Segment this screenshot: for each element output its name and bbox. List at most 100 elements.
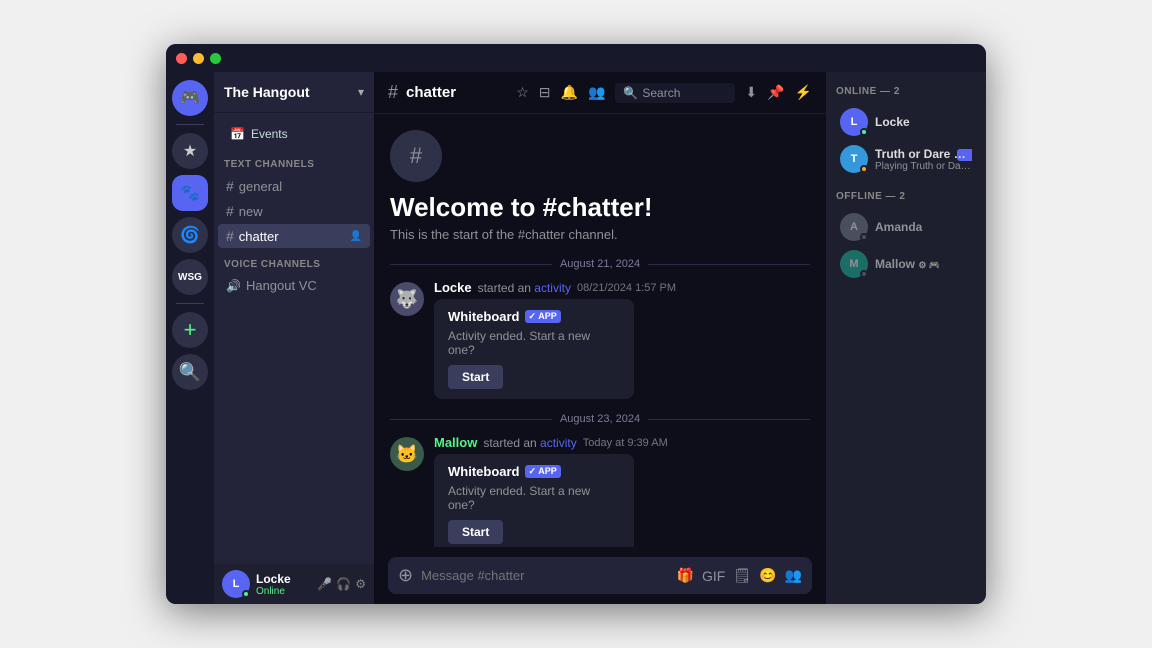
- message-avatar: 🐱: [390, 437, 424, 471]
- welcome-subtitle: This is the start of the #chatter channe…: [390, 227, 810, 242]
- header-hash-icon: #: [388, 82, 398, 103]
- search-icon: 🔍: [623, 86, 638, 100]
- hash-icon: #: [226, 203, 234, 219]
- member-sub: Playing Truth or Dare • /help: [875, 161, 972, 172]
- divider-line: [648, 264, 810, 265]
- add-server-button[interactable]: +: [172, 312, 208, 348]
- channel-name: general: [239, 179, 282, 194]
- offline-section-label: OFFLINE — 2: [826, 187, 986, 208]
- sidebar-section: 📅 Events TEXT CHANNELS # general # new #…: [214, 113, 374, 564]
- message-content: Locke started an activity 08/21/2024 1:5…: [434, 280, 810, 399]
- message-username: Mallow: [434, 435, 477, 450]
- traffic-lights: [176, 53, 221, 64]
- divider-line: [390, 419, 552, 420]
- close-button[interactable]: [176, 53, 187, 64]
- input-icons: 🎁 GIF 🗒 😊 👥: [677, 567, 802, 584]
- guild-paw-icon[interactable]: 🐾: [172, 175, 208, 211]
- headset-icon[interactable]: 🎧: [336, 577, 351, 591]
- message-header: Mallow started an activity Today at 9:39…: [434, 435, 810, 450]
- member-avatar: T: [840, 145, 868, 173]
- star-icon[interactable]: ☆: [516, 84, 529, 101]
- pin-icon[interactable]: 📌: [767, 84, 784, 101]
- start-button-1[interactable]: Start: [448, 365, 503, 389]
- search-bar[interactable]: 🔍 Search: [615, 83, 735, 103]
- speaker-icon: 🔊: [226, 279, 241, 293]
- start-button-2[interactable]: Start: [448, 520, 503, 544]
- thread-icon[interactable]: ⊟: [539, 84, 551, 101]
- member-avatar: A: [840, 213, 868, 241]
- main-content: # chatter ☆ ⊟ 🔔 👥 🔍 Search ⬇ 📌 ⚡: [374, 72, 826, 604]
- date-label: August 23, 2024: [560, 413, 640, 425]
- chevron-down-icon: ▾: [358, 85, 364, 99]
- mic-icon[interactable]: 🎤: [317, 577, 332, 591]
- activity-title: Whiteboard ✓ APP: [448, 464, 620, 479]
- members-icon[interactable]: 👥: [588, 84, 605, 101]
- channel-chatter[interactable]: # chatter 👤: [218, 224, 370, 248]
- guild-wsg-icon[interactable]: WSG: [172, 259, 208, 295]
- message-content: Mallow started an activity Today at 9:39…: [434, 435, 810, 547]
- date-label: August 21, 2024: [560, 258, 640, 270]
- channel-general[interactable]: # general: [218, 174, 370, 198]
- sidebar-events[interactable]: 📅 Events: [220, 121, 368, 147]
- member-name: Mallow ⚙ 🎮: [875, 257, 972, 271]
- status-dot: [860, 270, 868, 278]
- guild-swirl-icon[interactable]: 🌀: [172, 217, 208, 253]
- channel-header-name: chatter: [406, 84, 456, 101]
- maximize-button[interactable]: [210, 53, 221, 64]
- member-locke[interactable]: L Locke: [830, 104, 982, 140]
- gif-icon[interactable]: GIF: [702, 568, 725, 584]
- bell-icon[interactable]: 🔔: [561, 84, 578, 101]
- date-divider-2: August 23, 2024: [390, 413, 810, 425]
- activity-card-1: Whiteboard ✓ APP Activity ended. Start a…: [434, 299, 634, 399]
- messages-area: # Welcome to #chatter! This is the start…: [374, 114, 826, 547]
- member-name: Locke: [875, 115, 972, 129]
- sticker-icon[interactable]: 🗒: [733, 567, 751, 584]
- guild-star-icon[interactable]: ★: [172, 133, 208, 169]
- emoji-icon[interactable]: 😊: [759, 567, 776, 584]
- header-actions: ☆ ⊟ 🔔 👥 🔍 Search ⬇ 📌 ⚡: [516, 83, 812, 103]
- user-info: Locke Online: [256, 572, 291, 597]
- divider2: [176, 303, 204, 304]
- member-info: Locke: [875, 115, 972, 129]
- member-name: Amanda: [875, 220, 972, 234]
- add-attachment-button[interactable]: ⊕: [398, 565, 413, 586]
- channel-hangout-vc[interactable]: 🔊 Hangout VC: [218, 274, 370, 297]
- events-icon: 📅: [230, 127, 245, 141]
- member-info: Mallow ⚙ 🎮: [875, 257, 972, 271]
- member-amanda[interactable]: A Amanda: [830, 209, 982, 245]
- apps-icon[interactable]: ⚡: [795, 84, 812, 101]
- minimize-button[interactable]: [193, 53, 204, 64]
- message-time: Today at 9:39 AM: [583, 437, 668, 449]
- welcome-title: Welcome to #chatter!: [390, 192, 810, 223]
- server-header[interactable]: The Hangout ▾: [214, 72, 374, 113]
- divider: [176, 124, 204, 125]
- notify-icon: 👤: [350, 231, 362, 242]
- status-dot: [860, 165, 868, 173]
- member-badge: ⚙ 🎮: [918, 260, 940, 270]
- inbox-icon[interactable]: ⬇: [745, 84, 757, 101]
- user-avatar: L: [222, 570, 250, 598]
- gift-icon[interactable]: 🎁: [677, 567, 694, 584]
- member-avatar: M: [840, 250, 868, 278]
- user-status: Online: [256, 586, 291, 597]
- explore-icon[interactable]: 🔍: [172, 354, 208, 390]
- settings-icon[interactable]: ⚙: [355, 577, 366, 591]
- activity-ended: Activity ended. Start a new one?: [448, 484, 620, 512]
- search-placeholder: Search: [642, 86, 680, 100]
- message-input-area: ⊕ 🎁 GIF 🗒 😊 👥: [374, 547, 826, 604]
- date-divider-1: August 21, 2024: [390, 258, 810, 270]
- message-username: Locke: [434, 280, 472, 295]
- activity-text: started an activity: [483, 436, 576, 450]
- online-section-label: ONLINE — 2: [826, 82, 986, 103]
- message-header: Locke started an activity 08/21/2024 1:5…: [434, 280, 810, 295]
- message-group-1: 🐺 Locke started an activity 08/21/2024 1…: [390, 280, 810, 399]
- channel-new[interactable]: # new: [218, 199, 370, 223]
- member-mallow[interactable]: M Mallow ⚙ 🎮: [830, 246, 982, 282]
- member-info: Amanda: [875, 220, 972, 234]
- message-input-box: ⊕ 🎁 GIF 🗒 😊 👥: [388, 557, 812, 594]
- member-truth-or-dare[interactable]: T Truth or Dare ✓ APP Playing Truth or D…: [830, 141, 982, 177]
- discord-icon[interactable]: 🎮: [172, 80, 208, 116]
- message-input[interactable]: [421, 568, 668, 583]
- people-icon[interactable]: 👥: [785, 567, 802, 584]
- title-bar: [166, 44, 986, 72]
